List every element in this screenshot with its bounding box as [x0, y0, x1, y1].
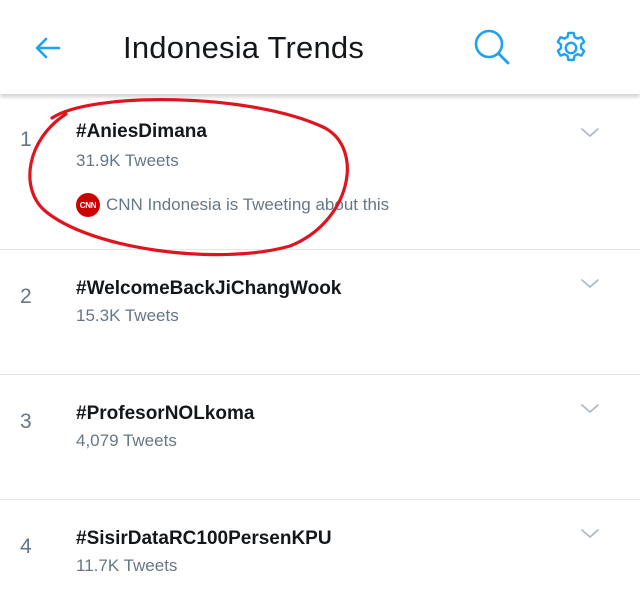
- trend-item[interactable]: 1 #AniesDimana 31.9K Tweets CNN CNN Indo…: [0, 94, 640, 250]
- settings-button[interactable]: [548, 25, 594, 71]
- chevron-down-icon: [581, 279, 599, 289]
- trend-rank: 1: [20, 128, 32, 151]
- trend-item[interactable]: 2 #WelcomeBackJiChangWook 15.3K Tweets: [0, 250, 640, 375]
- trend-rank: 2: [20, 285, 32, 308]
- trend-rank: 3: [20, 410, 32, 433]
- trend-tweet-count: 11.7K Tweets: [76, 556, 178, 575]
- page-title: Indonesia Trends: [123, 30, 365, 65]
- trend-options-button[interactable]: [580, 402, 600, 416]
- trend-tweet-count: 31.9K Tweets: [76, 151, 179, 170]
- trends-screen: Indonesia Trends 1 #AniesDimana 31.9K Tw…: [0, 0, 640, 609]
- trend-name: #WelcomeBackJiChangWook: [76, 278, 342, 299]
- chevron-down-icon: [581, 529, 599, 539]
- trends-list: 1 #AniesDimana 31.9K Tweets CNN CNN Indo…: [0, 94, 640, 609]
- gear-icon: [556, 31, 586, 62]
- trend-context-text: CNN Indonesia is Tweeting about this: [106, 195, 390, 214]
- chevron-down-icon: [581, 404, 599, 414]
- trend-name: #ProfesorNOLkoma: [76, 403, 255, 424]
- top-app-bar: Indonesia Trends: [0, 0, 640, 94]
- search-icon: [474, 29, 510, 65]
- cnn-indonesia-avatar: CNN: [76, 193, 100, 217]
- trend-options-button[interactable]: [580, 277, 600, 291]
- trend-item[interactable]: 4 #SisirDataRC100PersenKPU 11.7K Tweets: [0, 500, 640, 609]
- back-arrow-icon: [35, 37, 61, 59]
- trend-name: #AniesDimana: [76, 121, 207, 142]
- trend-context: CNN CNN Indonesia is Tweeting about this: [76, 192, 389, 218]
- trend-tweet-count: 15.3K Tweets: [76, 306, 179, 325]
- trend-tweet-count: 4,079 Tweets: [76, 431, 177, 450]
- trend-rank: 4: [20, 535, 32, 558]
- trend-item[interactable]: 3 #ProfesorNOLkoma 4,079 Tweets: [0, 375, 640, 500]
- search-button[interactable]: [470, 25, 514, 69]
- chevron-down-icon: [581, 128, 599, 138]
- back-button[interactable]: [28, 28, 68, 68]
- trend-options-button[interactable]: [580, 527, 600, 541]
- trend-name: #SisirDataRC100PersenKPU: [76, 528, 332, 549]
- trend-options-button[interactable]: [580, 126, 600, 140]
